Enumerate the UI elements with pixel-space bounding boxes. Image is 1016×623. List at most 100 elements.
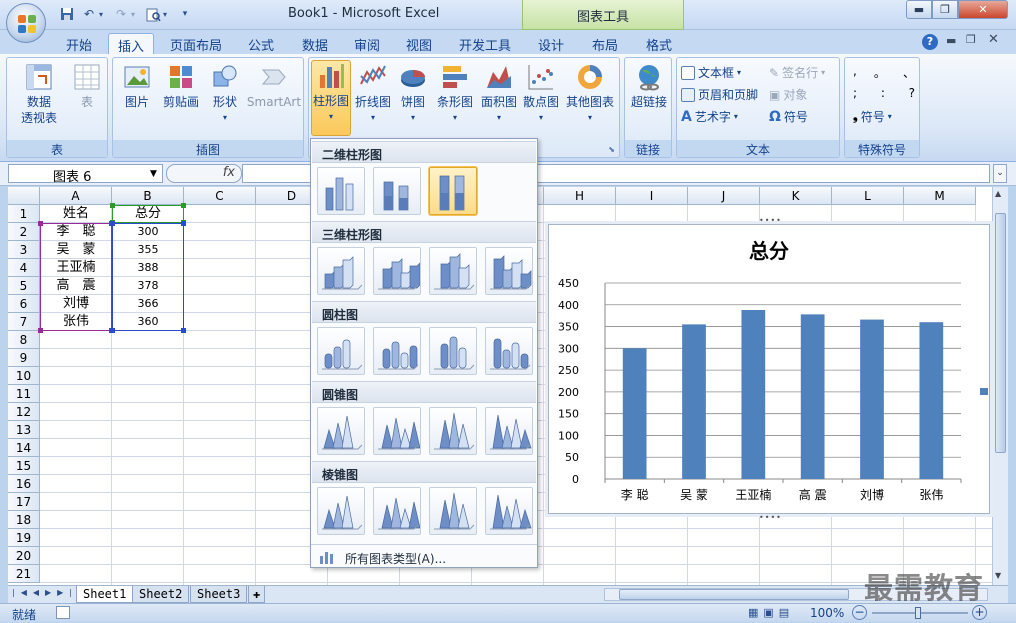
range-handle[interactable] (110, 221, 115, 226)
chart-subtype-1-3[interactable] (485, 247, 533, 295)
symbol-enumeration-comma[interactable]: 、 (903, 64, 915, 81)
zoom-slider-thumb[interactable] (915, 607, 921, 619)
tab-page-layout[interactable]: 页面布局 (166, 33, 226, 54)
row-header-1[interactable]: 1 (8, 205, 40, 223)
workbook-minimize-icon[interactable]: ▬ (946, 34, 956, 47)
symbol-period[interactable]: 。 (874, 64, 886, 81)
tab-data[interactable]: 数据 (294, 33, 336, 54)
zoom-in-icon[interactable]: + (972, 605, 987, 620)
range-handle[interactable] (181, 203, 186, 208)
row-header-3[interactable]: 3 (8, 241, 40, 259)
table-button[interactable]: 表 (69, 62, 105, 110)
row-header-4[interactable]: 4 (8, 259, 40, 277)
chart-subtype-3-2[interactable] (429, 407, 477, 455)
restore-button[interactable]: ❐ (932, 0, 958, 19)
line-chart-button[interactable]: 折线图 ▾ (353, 62, 393, 126)
close-button[interactable]: ✕ (958, 0, 1008, 19)
help-icon[interactable]: ? (922, 34, 938, 50)
chart-subtype-0-2[interactable] (429, 167, 477, 215)
sheet-tab-sheet2[interactable]: Sheet2 (132, 586, 190, 603)
chart-subtype-0-0[interactable] (317, 167, 365, 215)
row-header-2[interactable]: 2 (8, 223, 40, 241)
chart-subtype-4-0[interactable] (317, 487, 365, 535)
vertical-scroll-thumb[interactable] (995, 213, 1006, 453)
tab-chart-design[interactable]: 设计 (530, 33, 572, 54)
textbox-button[interactable]: 文本框 ▾ (681, 64, 741, 81)
picture-button[interactable]: 图片 (117, 62, 157, 110)
column-header-i[interactable]: I (616, 187, 688, 205)
save-icon[interactable] (58, 6, 76, 22)
scatter-chart-button[interactable]: 散点图 ▾ (521, 62, 561, 126)
range-handle[interactable] (110, 203, 115, 208)
tab-formulas[interactable]: 公式 (240, 33, 282, 54)
range-handle[interactable] (38, 221, 43, 226)
symbol-colon[interactable]: : (881, 86, 885, 100)
column-header-c[interactable]: C (184, 187, 256, 205)
name-box[interactable]: 图表 6 (8, 164, 163, 185)
clipart-button[interactable]: 剪贴画 (159, 62, 203, 110)
zoom-out-icon[interactable]: − (852, 605, 867, 620)
other-charts-button[interactable]: 其他图表 ▾ (563, 62, 617, 126)
workbook-close-icon[interactable]: ✕ (988, 32, 999, 47)
bar-chart-button[interactable]: 条形图 ▾ (435, 62, 475, 126)
row-header-20[interactable]: 20 (8, 547, 40, 565)
column-header-l[interactable]: L (832, 187, 904, 205)
row-header-12[interactable]: 12 (8, 403, 40, 421)
symbol-button[interactable]: Ω 符号 (769, 108, 808, 125)
chart-subtype-4-1[interactable] (373, 487, 421, 535)
row-header-5[interactable]: 5 (8, 277, 40, 295)
zoom-level[interactable]: 100% (810, 606, 844, 620)
cell-a1[interactable]: 姓名 (40, 205, 112, 223)
row-header-18[interactable]: 18 (8, 511, 40, 529)
signature-line-button[interactable]: ✎ 签名行 ▾ (769, 64, 825, 81)
insert-sheet-icon[interactable]: ✚ (248, 586, 266, 603)
symbol-question[interactable]: ? (909, 86, 915, 100)
redo-dropdown-icon[interactable]: ▾ (128, 6, 138, 22)
minimize-button[interactable]: ▬ (906, 0, 932, 19)
row-header-19[interactable]: 19 (8, 529, 40, 547)
column-header-b[interactable]: B (112, 187, 184, 205)
symbol-comma[interactable]: , (853, 64, 857, 81)
shapes-button[interactable]: 形状 ▾ (205, 62, 245, 126)
pie-chart-button[interactable]: 饼图 ▾ (395, 62, 431, 126)
row-header-16[interactable]: 16 (8, 475, 40, 493)
hyperlink-button[interactable]: 超链接 (627, 62, 671, 110)
view-buttons-icon[interactable]: ▦▣▤ (748, 606, 794, 619)
special-symbol-button[interactable]: ❟ 符号 ▾ (853, 108, 892, 125)
row-header-17[interactable]: 17 (8, 493, 40, 511)
workbook-restore-icon[interactable]: ❐ (966, 33, 976, 46)
row-header-15[interactable]: 15 (8, 457, 40, 475)
chart-subtype-0-1[interactable] (373, 167, 421, 215)
scroll-up-icon[interactable]: ▲ (995, 189, 1001, 198)
office-button[interactable] (6, 3, 46, 43)
object-button[interactable]: ▣ 对象 (769, 86, 807, 103)
select-all-corner[interactable] (8, 187, 40, 205)
chart-subtype-2-2[interactable] (429, 327, 477, 375)
row-header-9[interactable]: 9 (8, 349, 40, 367)
tab-view[interactable]: 视图 (398, 33, 440, 54)
preview-dropdown-icon[interactable]: ▾ (160, 6, 170, 22)
pivot-table-button[interactable]: 数据 透视表 (11, 62, 67, 126)
row-header-7[interactable]: 7 (8, 313, 40, 331)
row-header-8[interactable]: 8 (8, 331, 40, 349)
column-header-a[interactable]: A (40, 187, 112, 205)
chart-subtype-1-2[interactable] (429, 247, 477, 295)
smartart-button[interactable]: SmartArt (245, 62, 303, 110)
vertical-scrollbar[interactable]: ▲ ▼ (992, 187, 1008, 585)
range-handle[interactable] (38, 328, 43, 333)
row-header-10[interactable]: 10 (8, 367, 40, 385)
all-chart-types-link[interactable]: 所有图表类型(A)... (311, 544, 537, 568)
chart-subtype-3-1[interactable] (373, 407, 421, 455)
column-chart-button[interactable]: 柱形图 ▾ (311, 60, 351, 136)
undo-dropdown-icon[interactable]: ▾ (96, 6, 106, 22)
chart-subtype-1-0[interactable] (317, 247, 365, 295)
range-handle[interactable] (110, 328, 115, 333)
tab-chart-layout[interactable]: 布局 (584, 33, 626, 54)
chart-subtype-4-3[interactable] (485, 487, 533, 535)
header-footer-button[interactable]: 页眉和页脚 (681, 86, 758, 103)
row-header-21[interactable]: 21 (8, 565, 40, 583)
column-header-k[interactable]: K (760, 187, 832, 205)
chart-subtype-2-0[interactable] (317, 327, 365, 375)
embedded-column-chart[interactable]: 总分 0 50 100 150 200 250 300 350 400 450 李 聪 吴 蒙 王亚楠 高 … (548, 216, 990, 522)
column-header-j[interactable]: J (688, 187, 760, 205)
